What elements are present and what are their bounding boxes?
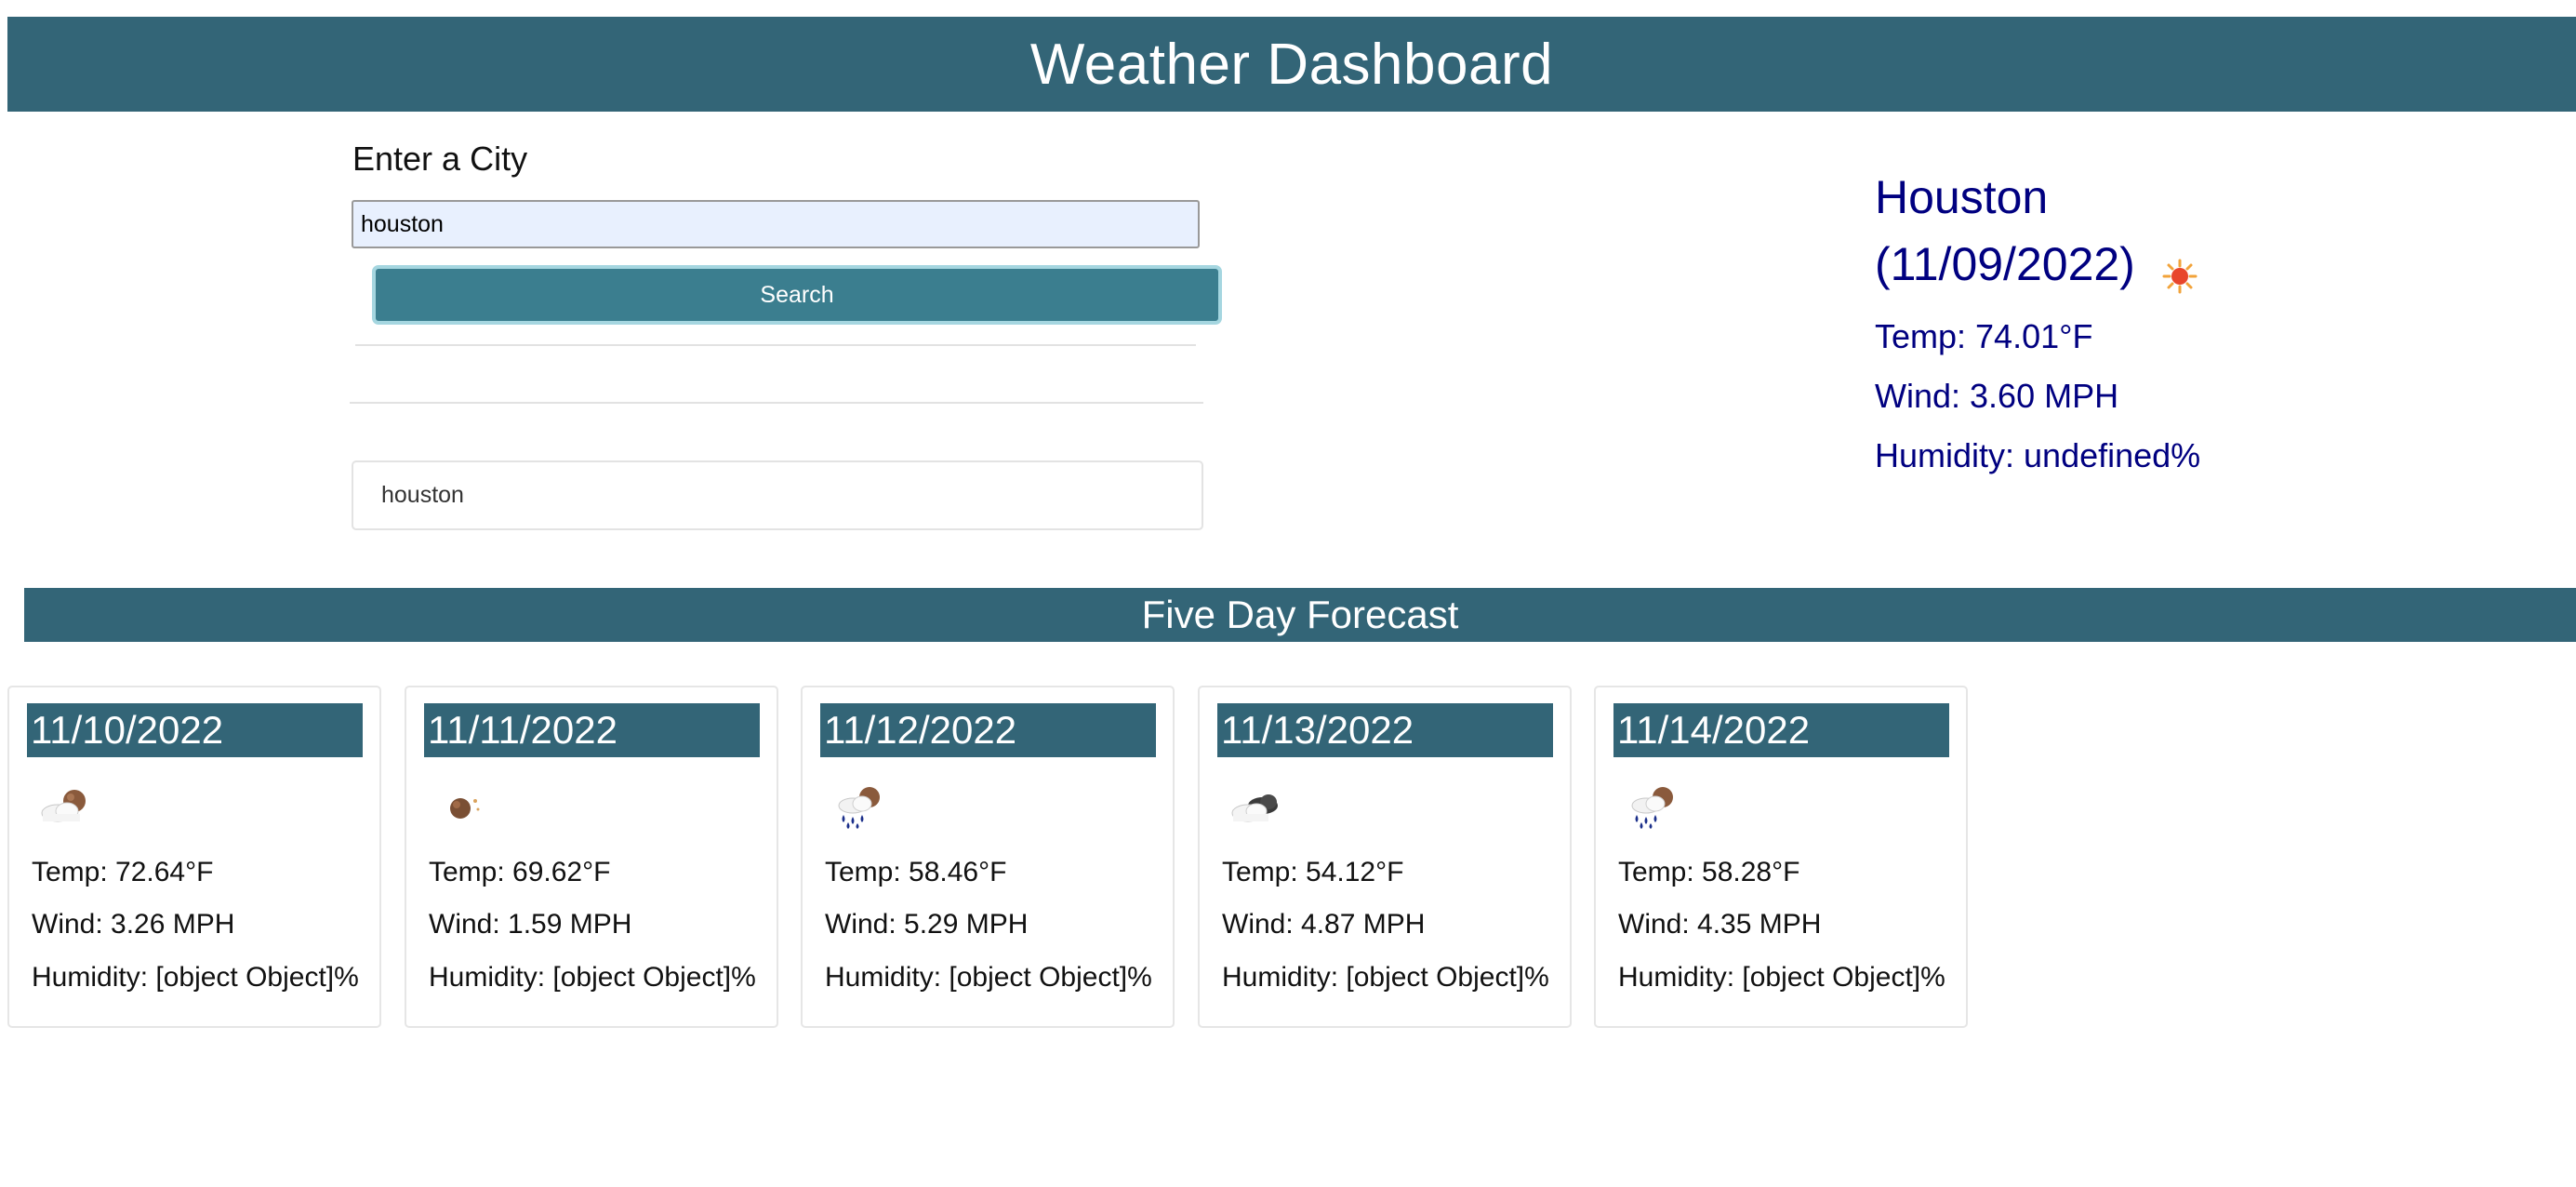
- forecast-title: Five Day Forecast: [24, 588, 2576, 642]
- current-city: Houston: [1875, 171, 2049, 223]
- page-title: Weather Dashboard: [1029, 32, 1554, 97]
- current-wind: Wind: 3.60 MPH: [1875, 377, 2119, 415]
- forecast-humidity: Humidity: [object Object]%: [32, 962, 359, 993]
- forecast-card: 11/12/2022 Temp: 58.46°F Wind: 5.29 MPH …: [801, 686, 1175, 1028]
- forecast-date: 11/10/2022: [27, 703, 363, 757]
- cloudy-icon: [1226, 783, 1287, 830]
- forecast-temp: Temp: 54.12°F: [1222, 857, 1404, 887]
- city-search-input[interactable]: [352, 200, 1200, 248]
- forecast-wind: Wind: 5.29 MPH: [825, 909, 1029, 940]
- forecast-wind: Wind: 4.87 MPH: [1222, 909, 1426, 940]
- page-header: Weather Dashboard: [7, 17, 2576, 112]
- app-root: Weather Dashboard Enter a City Search ho…: [0, 0, 2576, 1187]
- forecast-wind: Wind: 3.26 MPH: [32, 909, 235, 940]
- divider: [355, 344, 1196, 346]
- current-weather: Houston (11/09/2022) Temp: 74.01°F Wind:…: [1875, 164, 2526, 486]
- forecast-date: 11/13/2022: [1217, 703, 1553, 757]
- current-date-row: (11/09/2022): [1875, 231, 2526, 298]
- forecast-card: 11/14/2022 Temp: 58.28°F Wind: 4.35 MPH …: [1594, 686, 1968, 1028]
- city-search-label: Enter a City: [352, 140, 528, 178]
- forecast-temp: Temp: 72.64°F: [32, 857, 214, 887]
- forecast-date: 11/12/2022: [820, 703, 1156, 757]
- rain-night-icon: [829, 783, 890, 830]
- forecast-date: 11/11/2022: [424, 703, 760, 757]
- search-history-item[interactable]: houston: [352, 460, 1203, 530]
- divider: [350, 402, 1203, 404]
- forecast-wind: Wind: 4.35 MPH: [1618, 909, 1822, 940]
- forecast-temp: Temp: 58.28°F: [1618, 857, 1800, 887]
- forecast-humidity: Humidity: [object Object]%: [1222, 962, 1549, 993]
- forecast-card: 11/10/2022 Temp: 72.64°F Wind: 3.26 MPH …: [7, 686, 381, 1028]
- search-button[interactable]: Search: [372, 265, 1222, 325]
- rain-night-icon: [1622, 783, 1683, 830]
- current-humidity: Humidity: undefined%: [1875, 436, 2201, 474]
- forecast-temp: Temp: 69.62°F: [429, 857, 611, 887]
- forecast-humidity: Humidity: [object Object]%: [825, 962, 1152, 993]
- forecast-date: 11/14/2022: [1613, 703, 1949, 757]
- forecast-card: 11/11/2022 Temp: 69.62°F Wind: 1.59 MPH …: [405, 686, 778, 1028]
- sun-icon: [2161, 246, 2198, 294]
- partly-cloudy-night-icon: [35, 783, 97, 830]
- current-date: (11/09/2022): [1875, 238, 2135, 290]
- forecast-card: 11/13/2022 Temp: 54.12°F Wind: 4.87 MPH …: [1198, 686, 1572, 1028]
- forecast-humidity: Humidity: [object Object]%: [429, 962, 756, 993]
- forecast-humidity: Humidity: [object Object]%: [1618, 962, 1945, 993]
- current-temp: Temp: 74.01°F: [1875, 317, 2093, 355]
- clear-night-icon: [432, 783, 494, 830]
- forecast-temp: Temp: 58.46°F: [825, 857, 1007, 887]
- forecast-wind: Wind: 1.59 MPH: [429, 909, 632, 940]
